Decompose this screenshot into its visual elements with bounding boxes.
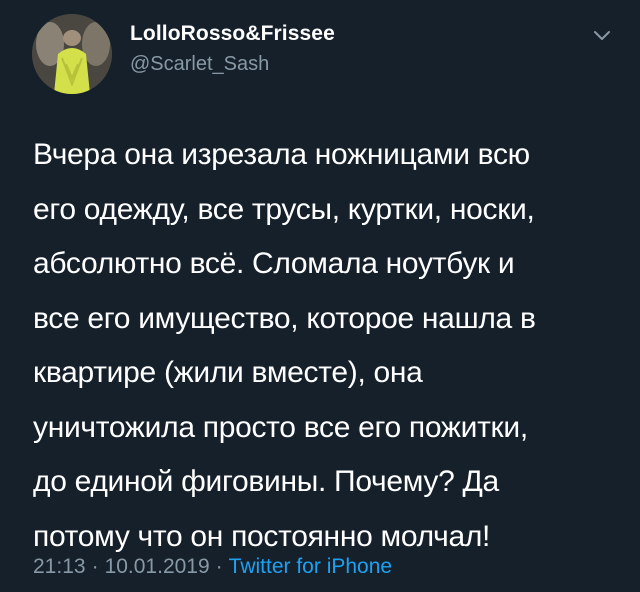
tweet-date[interactable]: 10.01.2019 <box>105 555 210 578</box>
tweet-source-link[interactable]: Twitter for iPhone <box>229 555 392 578</box>
author-name[interactable]: LolloRosso&Frissee <box>130 22 335 46</box>
avatar[interactable] <box>32 14 112 94</box>
avatar-image <box>32 14 112 94</box>
author-handle[interactable]: @Scarlet_Sash <box>130 53 269 76</box>
chevron-down-icon[interactable] <box>592 28 612 44</box>
meta-separator: · <box>91 555 99 578</box>
meta-separator: · <box>215 555 223 578</box>
tweet-meta: 21:13 · 10.01.2019 · Twitter for iPhone <box>33 555 392 579</box>
tweet-card: LolloRosso&Frissee @Scarlet_Sash Вчера о… <box>0 0 640 592</box>
tweet-time[interactable]: 21:13 <box>33 555 86 578</box>
tweet-text: Вчера она изрезала ножницами всю его оде… <box>33 138 536 553</box>
